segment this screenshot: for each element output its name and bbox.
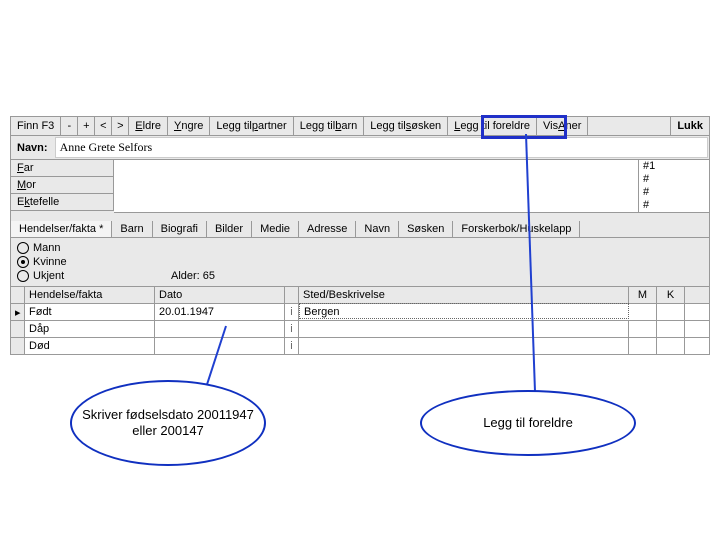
radio-unknown[interactable]: UkjentAlder: 65 xyxy=(17,269,703,283)
date-cell[interactable] xyxy=(155,321,285,337)
sep-cell: i xyxy=(285,321,299,337)
place-cell[interactable] xyxy=(299,338,629,354)
spouse-button[interactable]: Ektefelle xyxy=(11,194,114,211)
tab-images[interactable]: Bilder xyxy=(207,221,252,237)
right-button[interactable]: > xyxy=(112,117,129,135)
place-cell[interactable] xyxy=(299,321,629,337)
radio-male[interactable]: Mann xyxy=(17,241,703,255)
m-cell[interactable] xyxy=(629,338,657,354)
table-row[interactable]: Død i xyxy=(10,338,710,355)
father-button[interactable]: Far xyxy=(11,160,114,177)
tab-media[interactable]: Medie xyxy=(252,221,299,237)
sep-cell: i xyxy=(285,304,299,320)
name-label: Navn: xyxy=(11,140,54,156)
m-cell[interactable] xyxy=(629,321,657,337)
row-marker xyxy=(11,338,25,354)
toolbar-spacer xyxy=(588,117,671,135)
radio-female[interactable]: Kvinne xyxy=(17,255,703,269)
place-cell[interactable]: Bergen xyxy=(299,303,629,319)
older-button[interactable]: Eldre xyxy=(129,117,168,135)
mother-button[interactable]: Mor xyxy=(11,177,114,194)
younger-button[interactable]: Yngre xyxy=(168,117,210,135)
add-child-button[interactable]: Legg til barn xyxy=(294,117,365,135)
name-input[interactable]: Anne Grete Selfors xyxy=(55,137,708,158)
date-cell[interactable]: 20.01.1947 xyxy=(155,304,285,320)
k-cell[interactable] xyxy=(657,321,685,337)
tab-events[interactable]: Hendelser/fakta * xyxy=(11,221,112,237)
grid-header: Hendelse/fakta Dato Sted/Beskrivelse M K xyxy=(10,287,710,304)
table-row[interactable]: ▸Født20.01.1947iBergen xyxy=(10,304,710,321)
k-cell[interactable] xyxy=(657,304,685,320)
main-toolbar: Finn F3 - + < > Eldre Yngre Legg til par… xyxy=(10,116,710,136)
tab-children[interactable]: Barn xyxy=(112,221,152,237)
minus-button[interactable]: - xyxy=(61,117,78,135)
find-button[interactable]: Finn F3 xyxy=(11,117,61,135)
event-cell[interactable]: Født xyxy=(25,304,155,320)
sep-cell: i xyxy=(285,338,299,354)
tab-biography[interactable]: Biografi xyxy=(153,221,207,237)
plus-button[interactable]: + xyxy=(78,117,95,135)
tab-notes[interactable]: Forskerbok/Huskelapp xyxy=(453,221,580,237)
tab-address[interactable]: Adresse xyxy=(299,221,356,237)
age-label: Alder: 65 xyxy=(171,270,215,282)
k-cell[interactable] xyxy=(657,338,685,354)
event-cell[interactable]: Død xyxy=(25,338,155,354)
show-ancestry-button[interactable]: Vis Aner xyxy=(537,117,588,135)
tab-strip: Hendelser/fakta * Barn Biografi Bilder M… xyxy=(10,221,710,238)
close-button[interactable]: Lukk xyxy=(671,117,710,135)
m-cell[interactable] xyxy=(629,304,657,320)
table-row[interactable]: Dåp i xyxy=(10,321,710,338)
gender-box: Mann Kvinne UkjentAlder: 65 xyxy=(10,238,710,287)
name-bar: Navn: Anne Grete Selfors xyxy=(10,136,710,160)
callout-birthdate: Skriver fødselsdato 20011947 eller 20014… xyxy=(70,380,266,466)
row-marker: ▸ xyxy=(11,304,25,320)
add-parents-button[interactable]: Legg til foreldre xyxy=(448,117,537,135)
event-cell[interactable]: Dåp xyxy=(25,321,155,337)
add-sibling-button[interactable]: Legg til søsken xyxy=(364,117,448,135)
tab-name[interactable]: Navn xyxy=(356,221,399,237)
relation-body xyxy=(114,160,639,213)
add-partner-button[interactable]: Legg til partner xyxy=(210,117,293,135)
left-button[interactable]: < xyxy=(95,117,112,135)
tab-siblings[interactable]: Søsken xyxy=(399,221,453,237)
id-column: #1 # # # xyxy=(639,160,709,213)
row-marker xyxy=(11,321,25,337)
callout-add-parents: Legg til foreldre xyxy=(420,390,636,456)
